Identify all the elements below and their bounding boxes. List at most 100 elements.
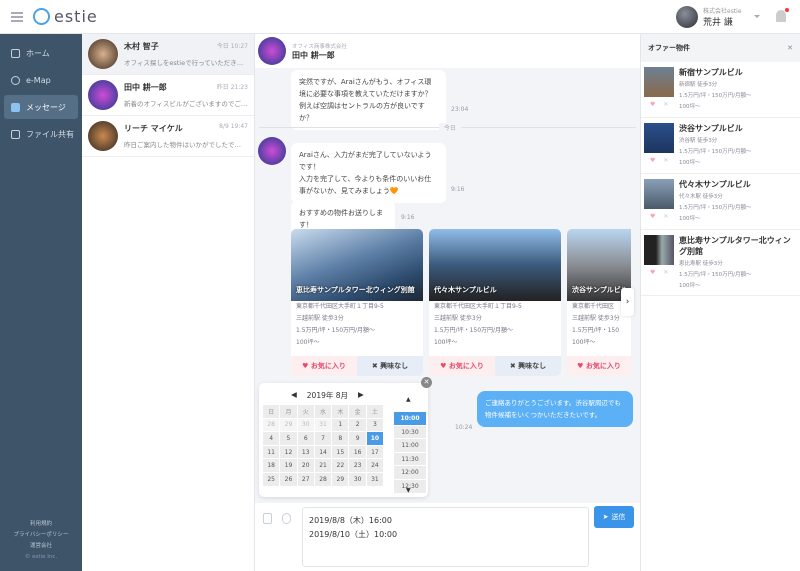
not-interested-button[interactable]: ✖ 興味なし (495, 356, 561, 376)
conv-time: 昨日 21:23 (216, 84, 248, 91)
calendar-day[interactable]: 18 (261, 458, 281, 473)
heart-icon[interactable]: ♥ (650, 157, 655, 164)
time-option[interactable]: 10:00 (394, 412, 426, 426)
attach-icon[interactable] (282, 513, 291, 524)
offer-item[interactable]: ♥ ✕ 渋谷サンプルビル 渋谷駅 徒歩3分 1.5万円/坪・150万円/月額〜 100坪〜 (641, 118, 800, 174)
calendar-day[interactable]: 22 (331, 458, 350, 473)
calendar-day[interactable]: 20 (296, 458, 315, 473)
calendar-day[interactable]: 19 (279, 458, 298, 473)
privacy-link[interactable]: プライバシーポリシー (0, 530, 82, 541)
not-interested-label: 興味なし (380, 362, 409, 370)
property-title: 渋谷サンプルビル (572, 286, 628, 294)
logo[interactable]: estie (33, 7, 98, 26)
close-icon[interactable]: ✕ (663, 157, 668, 164)
chat-header: オフィス商事株式会社 田中 耕一郎 (255, 34, 640, 68)
favorite-button[interactable]: ♥ お気に入り (567, 356, 631, 376)
heart-icon[interactable]: ♥ (650, 213, 655, 220)
send-button[interactable]: ➤ 送信 (594, 506, 634, 528)
time-option[interactable]: 11:30 (394, 452, 426, 467)
conversation-item[interactable]: 田中 耕一郎 昨日 21:23 新着のオフィスビルがございますのでご… (82, 75, 254, 116)
conversation-item[interactable]: リーチ マイケル 8/9 19:47 昨日ご案内した物件はいかがでしたで… (82, 116, 254, 157)
message-input[interactable]: 2019/8/8（木）16:00 2019/8/10（土）10:00 (302, 507, 589, 567)
next-month-icon[interactable]: ▶ (358, 390, 364, 401)
conv-preview: オフィス探しをestieで行っていただき… (124, 59, 244, 67)
time-option[interactable]: 10:30 (394, 425, 426, 440)
calendar-day[interactable]: 9 (348, 431, 367, 446)
calendar-day[interactable]: 30 (348, 471, 367, 487)
calendar-day[interactable]: 11 (261, 444, 281, 460)
calendar-day[interactable]: 7 (313, 431, 333, 446)
offer-item[interactable]: ♥ ✕ 代々木サンプルビル 代々木駅 徒歩3分 1.5万円/坪・150万円/月額〜 100… (641, 174, 800, 230)
calendar-day[interactable]: 4 (261, 431, 281, 446)
property-card[interactable]: 恵比寿サンプルタワー北ウィング別館 東京都千代田区大手町１丁目9-5 三越前駅 … (291, 229, 423, 376)
calendar-day[interactable]: 12 (279, 444, 298, 460)
calendar-icon[interactable] (263, 513, 272, 524)
calendar-day[interactable]: 8 (331, 431, 350, 446)
sidebar-item-emap[interactable]: e-Map (4, 68, 78, 92)
calendar-day[interactable]: 10 (365, 431, 385, 446)
calendar-day[interactable]: 24 (365, 458, 385, 473)
calendar-day[interactable]: 1 (331, 417, 350, 433)
close-icon[interactable]: ✕ (663, 101, 668, 108)
time-up-icon[interactable]: ▲ (406, 396, 411, 403)
date-time-picker: ◀ 2019年 8月 ▶ 日月火水木金土 28 29 30 31 1 2 3 4 5 6 7 8 9 10 11 1… (259, 383, 428, 497)
conv-name: 田中 耕一郎 (124, 83, 167, 92)
prev-month-icon[interactable]: ◀ (291, 390, 297, 401)
company-link[interactable]: 運営会社 (0, 541, 82, 552)
offer-item[interactable]: ♥ ✕ 新宿サンプルビル 新宿駅 徒歩3分 1.5万円/坪・150万円/月額〜 100坪〜 (641, 62, 800, 118)
calendar-day[interactable]: 29 (331, 471, 350, 487)
property-price: 1.5万円/坪・150万円/月額〜 (434, 327, 514, 334)
close-picker-icon[interactable]: ✕ (421, 377, 432, 388)
calendar-day[interactable]: 5 (279, 431, 298, 446)
send-label: 送信 (611, 513, 626, 521)
calendar-day[interactable]: 2 (348, 417, 367, 433)
calendar-day[interactable]: 13 (296, 444, 315, 460)
calendar-day[interactable]: 27 (296, 471, 315, 487)
calendar-day[interactable]: 15 (331, 444, 350, 460)
favorite-label: お気に入り (448, 362, 484, 370)
offer-image (644, 235, 674, 265)
home-icon (11, 48, 20, 58)
calendar-day[interactable]: 29 (279, 417, 298, 433)
close-icon[interactable]: ✕ (663, 213, 668, 220)
chevron-down-icon[interactable] (754, 15, 760, 21)
heart-icon[interactable]: ♥ (650, 269, 655, 276)
calendar-day[interactable]: 31 (313, 417, 333, 433)
calendar-day[interactable]: 23 (348, 458, 367, 473)
sidebar-item-files[interactable]: ファイル共有 (4, 122, 78, 146)
calendar-day[interactable]: 28 (313, 471, 333, 487)
not-interested-button[interactable]: ✖ 興味なし (357, 356, 423, 376)
calendar-day[interactable]: 16 (348, 444, 367, 460)
conversation-item[interactable]: 木村 智子 今日 10:27 オフィス探しをestieで行っていただき… (82, 34, 254, 75)
favorite-button[interactable]: ♥ お気に入り (429, 356, 495, 376)
bell-icon[interactable] (776, 8, 789, 22)
calendar-day[interactable]: 21 (313, 458, 333, 473)
weekday-header: 水 (313, 404, 333, 419)
calendar-day[interactable]: 14 (313, 444, 333, 460)
property-address: 東京都千代田区大手町１丁目9-5 (434, 303, 522, 310)
favorite-button[interactable]: ♥ お気に入り (291, 356, 357, 376)
terms-link[interactable]: 利用規約 (0, 519, 82, 530)
calendar-day[interactable]: 30 (296, 417, 315, 433)
user-menu[interactable]: 株式会社estie 荒井 謙 (676, 6, 742, 28)
close-icon[interactable]: ✕ (787, 44, 793, 52)
calendar-day[interactable]: 17 (365, 444, 385, 460)
heart-icon[interactable]: ♥ (650, 101, 655, 108)
calendar-day[interactable]: 25 (261, 471, 281, 487)
calendar-day[interactable]: 26 (279, 471, 298, 487)
sidebar-item-messages[interactable]: メッセージ (4, 95, 78, 119)
offer-item[interactable]: ♥ ✕ 恵比寿サンプルタワー北ウィング別館 恵比寿駅 徒歩3分 1.5万円/坪・150万… (641, 230, 800, 296)
menu-icon[interactable] (11, 12, 23, 22)
weekday-header: 金 (348, 404, 367, 419)
calendar-day[interactable]: 3 (365, 417, 385, 433)
calendar-day[interactable]: 31 (365, 471, 385, 487)
calendar-day[interactable]: 6 (296, 431, 315, 446)
time-option[interactable]: 12:00 (394, 466, 426, 480)
close-icon[interactable]: ✕ (663, 269, 668, 276)
calendar-day[interactable]: 28 (261, 417, 281, 433)
sidebar-item-home[interactable]: ホーム (4, 41, 78, 65)
carousel-next-button[interactable]: › (621, 288, 634, 316)
property-card[interactable]: 代々木サンプルビル 東京都千代田区大手町１丁目9-5 三越前駅 徒歩3分 1.5… (429, 229, 561, 376)
time-down-icon[interactable]: ▼ (406, 487, 411, 494)
time-option[interactable]: 11:00 (394, 439, 426, 453)
